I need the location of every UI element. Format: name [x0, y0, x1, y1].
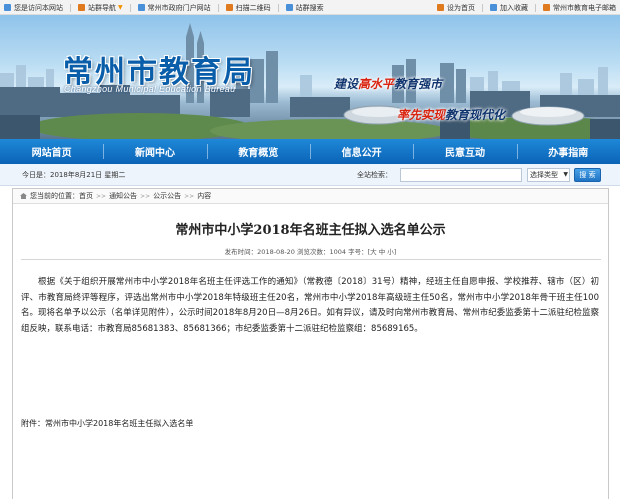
article-body: 根据《关于组织开展常州市中小学2018年名班主任评选工作的通知》（常教德〔201… — [21, 277, 599, 334]
search-type-value: 选择类型 — [530, 171, 558, 179]
search-button[interactable]: 搜 索 — [574, 168, 601, 182]
divider — [482, 3, 483, 12]
article-title: 常州市中小学2018年名班主任拟入选名单公示 — [175, 223, 446, 238]
search-label: 全站检索： — [357, 171, 392, 179]
top-link-home[interactable]: 常州市政府门户网站 — [137, 3, 211, 13]
nav-item-4[interactable]: 民意互动 — [413, 139, 516, 164]
top-link-grid[interactable]: 站群导航 ▼ — [78, 3, 123, 13]
top-bar-right-links: 设为首页 加入收藏 常州市教育电子邮箱 — [433, 0, 616, 15]
top-link-label: 常州市教育电子邮箱 — [553, 3, 616, 12]
top-link-monitor[interactable]: 您是访问本网站 — [4, 3, 63, 13]
breadcrumb-item: 内容 — [197, 192, 212, 200]
top-link-label: 站群搜索 — [295, 3, 324, 12]
divider — [535, 3, 536, 12]
date-search-bar: 今日是：2018年8月21日 星期二 全站检索： 选择类型 ▼ 搜 索 — [0, 164, 620, 186]
home-icon — [137, 4, 145, 11]
site-search-input[interactable] — [400, 168, 522, 182]
breadcrumb-prefix: 您当前的位置： — [30, 192, 79, 200]
qrcode-icon — [225, 4, 233, 11]
mail-icon — [543, 4, 550, 11]
attachment-link[interactable]: 附件：常州市中小学2018年名班主任拟入选名单 — [21, 418, 193, 429]
top-link-label: 您是访问本网站 — [14, 3, 63, 12]
site-logo-subtitle: Changzhou Municipal Education Bureau — [64, 84, 236, 94]
article-frame: 您当前的位置： 首页 >> 通知公告 >> 公示公告 >> 内容 常州市中小学2018年名班… — [12, 188, 609, 499]
breadcrumb-item[interactable]: 通知公告 — [109, 191, 137, 201]
top-bar-left-links: 您是访问本网站 站群导航 ▼ 常州市政府门户网站 扫描二维码 站群搜索 — [0, 0, 324, 15]
breadcrumb: 您当前的位置： 首页 >> 通知公告 >> 公示公告 >> 内容 — [13, 189, 608, 204]
top-link-label: 常州市政府门户网站 — [147, 3, 211, 12]
top-link-star[interactable]: 加入收藏 — [490, 3, 528, 13]
divider — [217, 3, 219, 12]
today-date: 今日是：2018年8月21日 星期二 — [22, 171, 126, 179]
divider — [129, 3, 131, 12]
divider — [70, 3, 71, 12]
divider — [277, 3, 279, 12]
top-link-label: 站群导航 — [88, 3, 116, 12]
breadcrumb-separator-icon: >> — [96, 192, 107, 200]
main-navigation: 网站首页 新闻中心 教育概览 信息公开 民意互动 办事指南 — [0, 139, 620, 164]
top-utility-bar: 您是访问本网站 站群导航 ▼ 常州市政府门户网站 扫描二维码 站群搜索 设为首页 加入收藏 常… — [0, 0, 620, 15]
nav-item-2[interactable]: 教育概览 — [206, 139, 310, 164]
nav-item-5[interactable]: 办事指南 — [516, 139, 620, 164]
chevron-down-icon: ▼ — [563, 171, 568, 178]
star-icon — [490, 4, 497, 11]
home-icon — [437, 4, 444, 11]
location-home-icon — [20, 193, 27, 199]
breadcrumb-separator-icon: >> — [184, 192, 195, 200]
breadcrumb-item[interactable]: 公示公告 — [153, 191, 181, 201]
chevron-down-icon: ▼ — [118, 4, 123, 11]
grid-icon — [78, 4, 85, 11]
breadcrumb-separator-icon: >> — [140, 192, 151, 200]
article-meta: 发布时间：2018-08-20 浏览次数：1004 字号：[大 中 小] — [224, 248, 397, 256]
monitor-icon — [4, 4, 11, 11]
top-link-label: 加入收藏 — [500, 3, 528, 12]
top-link-label: 设为首页 — [447, 3, 475, 12]
top-link-qrcode[interactable]: 扫描二维码 — [225, 3, 271, 13]
search-icon — [285, 4, 293, 11]
top-link-search[interactable]: 站群搜索 — [285, 3, 324, 13]
top-link-home[interactable]: 设为首页 — [437, 3, 475, 13]
site-banner: 常州市教育局 Changzhou Municipal Education Bur… — [0, 15, 620, 139]
nav-item-0[interactable]: 网站首页 — [0, 139, 103, 164]
top-link-mail[interactable]: 常州市教育电子邮箱 — [543, 3, 616, 13]
banner-slogan-1: 建设高水平教育强市 — [334, 77, 443, 91]
top-link-label: 扫描二维码 — [235, 3, 271, 12]
nav-item-3[interactable]: 信息公开 — [309, 139, 413, 164]
search-type-select[interactable]: 选择类型 ▼ — [527, 168, 570, 182]
nav-item-1[interactable]: 新闻中心 — [103, 139, 206, 164]
banner-slogan-2: 率先实现教育现代化 — [397, 108, 506, 122]
divider — [21, 259, 601, 260]
breadcrumb-item[interactable]: 首页 — [79, 191, 93, 201]
